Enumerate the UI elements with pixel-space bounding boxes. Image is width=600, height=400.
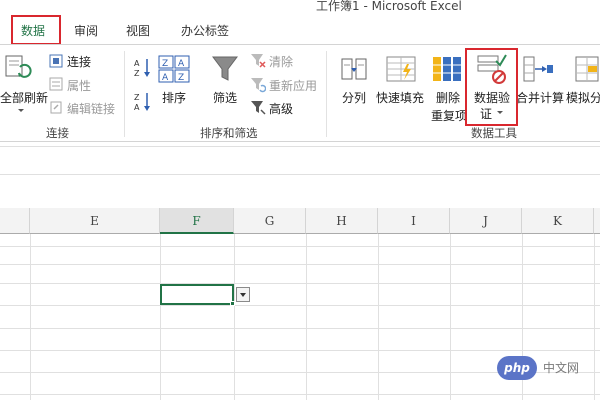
edit-links-button[interactable]: 编辑链接: [67, 100, 115, 117]
remove-duplicates-button-line2[interactable]: 重复项: [431, 107, 467, 124]
grid-line: [30, 234, 31, 400]
sort-button[interactable]: 排序: [162, 89, 186, 106]
edit-links-icon: [50, 101, 62, 114]
grid-line: [450, 234, 451, 400]
corner-header[interactable]: [0, 208, 30, 234]
sort-dialog-icon: Z A A Z: [158, 55, 190, 83]
remove-duplicates-icon: [433, 57, 461, 81]
refresh-all-icon: [5, 55, 32, 78]
grid-line: [0, 246, 600, 247]
refresh-all-caret-icon[interactable]: [18, 109, 24, 112]
advanced-filter-icon: [251, 101, 266, 115]
clear-button[interactable]: 清除: [269, 53, 293, 70]
active-cell[interactable]: [160, 284, 234, 305]
svg-text:Z: Z: [178, 73, 184, 83]
sort-za-icon: Z A: [134, 93, 150, 112]
consolidate-icon: [523, 56, 553, 82]
group-separator: [326, 51, 327, 137]
clear-filter-icon: [251, 54, 266, 68]
column-header-next[interactable]: [594, 208, 600, 234]
group-separator: [124, 51, 125, 137]
sort-filter-group-label: 排序和筛选: [200, 126, 258, 140]
tab-view[interactable]: 视图: [126, 22, 150, 39]
grid-line: [234, 234, 235, 400]
fill-handle[interactable]: [230, 301, 235, 306]
properties-button[interactable]: 属性: [67, 77, 91, 94]
refresh-all-button[interactable]: 全部刷新: [0, 89, 48, 106]
grid-line: [160, 234, 161, 400]
properties-icon: [49, 77, 63, 91]
connections-icon: [49, 54, 63, 68]
watermark-logo: php: [497, 356, 537, 380]
svg-text:A: A: [134, 59, 140, 68]
column-header-f[interactable]: F: [160, 208, 234, 234]
data-validation-highlight: [465, 48, 518, 126]
grid-line: [0, 350, 600, 351]
data-tools-group-label: 数据工具: [471, 126, 517, 140]
grid-line: [0, 394, 600, 395]
grid-line: [594, 234, 595, 400]
advanced-button[interactable]: 高级: [269, 100, 293, 117]
flash-fill-button[interactable]: 快速填充: [376, 89, 424, 106]
ribbon-tabs: 数据 审阅 视图 办公标签: [0, 14, 600, 46]
reapply-button[interactable]: 重新应用: [269, 77, 317, 94]
connections-group-label: 连接: [46, 126, 69, 140]
consolidate-button[interactable]: 合并计算: [516, 89, 564, 106]
what-if-analysis-icon: [575, 56, 599, 82]
connections-button[interactable]: 连接: [67, 53, 91, 70]
column-header-k[interactable]: K: [522, 208, 594, 234]
grid-line: [378, 234, 379, 400]
grid-line: [0, 264, 600, 265]
filter-icon: [212, 56, 238, 81]
divider: [0, 174, 600, 175]
title-bar: 工作簿1 - Microsoft Excel: [0, 0, 600, 14]
validation-dropdown-button[interactable]: [236, 287, 250, 302]
grid-line: [306, 234, 307, 400]
svg-text:A: A: [134, 103, 140, 112]
svg-text:Z: Z: [162, 59, 168, 69]
tab-review[interactable]: 审阅: [74, 22, 98, 39]
column-header-h[interactable]: H: [306, 208, 378, 234]
divider: [0, 146, 600, 147]
text-to-columns-icon: [341, 58, 367, 80]
svg-text:A: A: [162, 73, 169, 83]
filter-button[interactable]: 筛选: [213, 89, 237, 106]
watermark: php 中文网: [497, 356, 593, 380]
watermark-text: 中文网: [543, 361, 580, 375]
formula-bar-area: [0, 142, 600, 208]
window-title: 工作簿1 - Microsoft Excel: [316, 0, 462, 13]
reapply-icon: [251, 78, 266, 93]
tab-data-highlight: [11, 15, 61, 45]
grid-line: [0, 328, 600, 329]
what-if-analysis-button[interactable]: 模拟分: [566, 89, 600, 106]
column-header-e[interactable]: E: [30, 208, 160, 234]
remove-duplicates-button-line1[interactable]: 删除: [436, 89, 460, 106]
svg-text:Z: Z: [134, 93, 140, 102]
flash-fill-icon: [386, 56, 416, 82]
tab-office-tab[interactable]: 办公标签: [181, 22, 229, 39]
grid-line: [0, 305, 600, 306]
svg-text:A: A: [178, 59, 185, 69]
column-header-i[interactable]: I: [378, 208, 450, 234]
sort-az-icon: A Z: [134, 59, 150, 78]
grid-line: [0, 283, 600, 284]
column-header-g[interactable]: G: [234, 208, 306, 234]
svg-text:Z: Z: [134, 69, 140, 78]
column-header-j[interactable]: J: [450, 208, 522, 234]
text-to-columns-button[interactable]: 分列: [342, 89, 366, 106]
